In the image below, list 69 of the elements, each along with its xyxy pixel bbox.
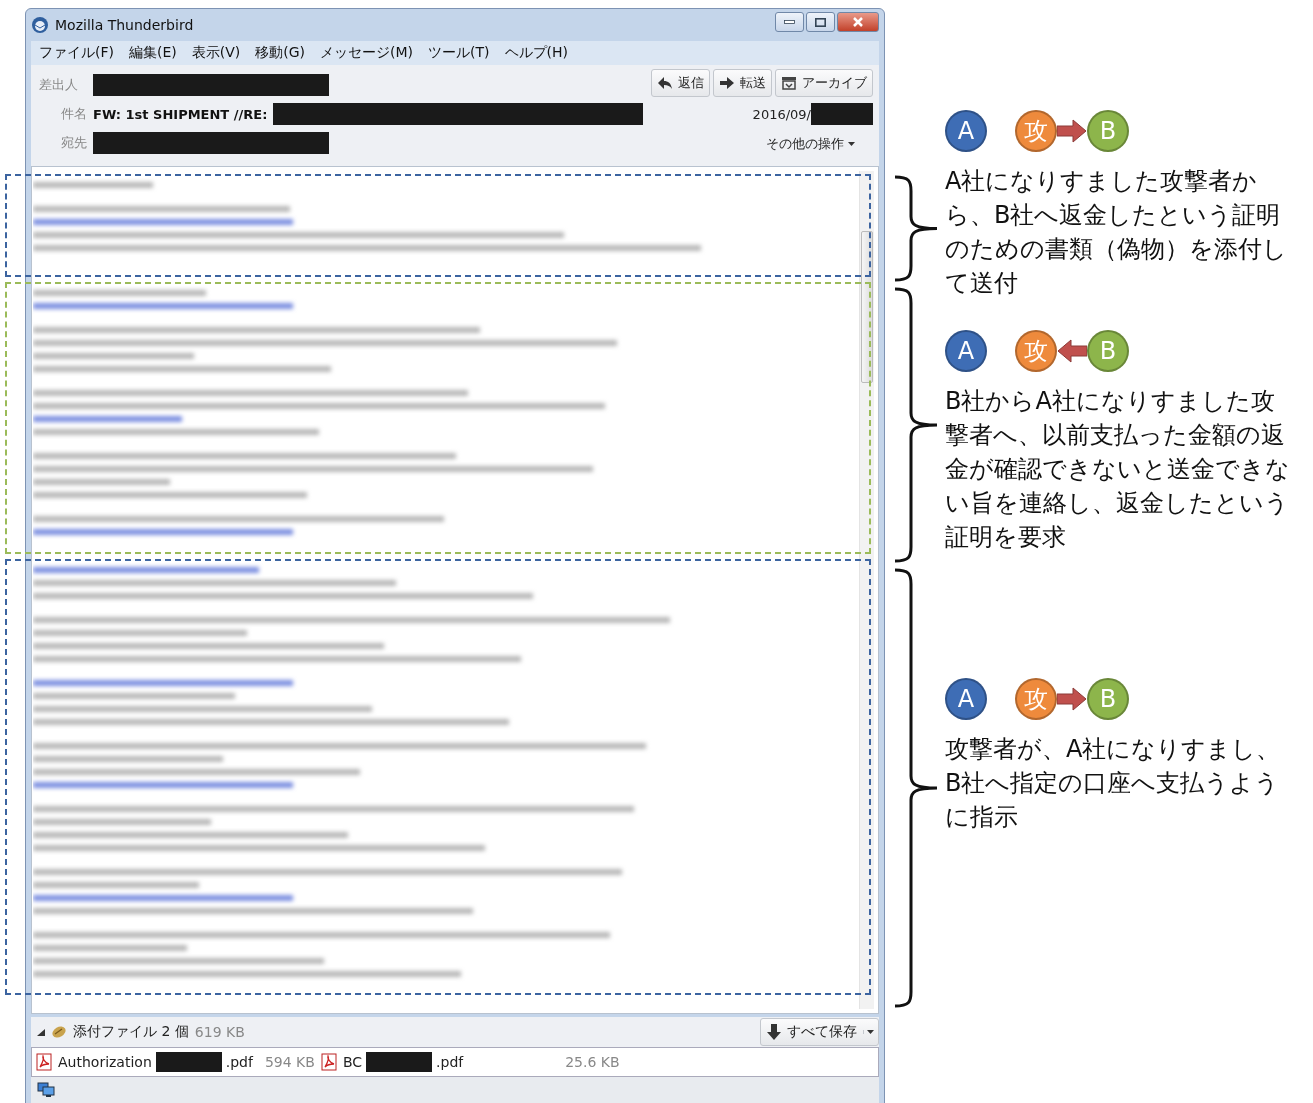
date-text: 2016/09/ bbox=[752, 106, 811, 122]
minimize-button[interactable] bbox=[775, 12, 804, 32]
redaction-bar bbox=[811, 103, 873, 125]
right-arrow-icon bbox=[1057, 119, 1087, 143]
party-circle: 攻 bbox=[1015, 110, 1057, 152]
collapse-triangle-icon[interactable] bbox=[37, 1028, 45, 1036]
pdf-file-icon bbox=[36, 1053, 54, 1071]
party-circle: 攻 bbox=[1015, 330, 1057, 372]
redaction-bar bbox=[155, 1052, 222, 1072]
archive-box-icon bbox=[781, 76, 797, 90]
right-arrow-icon bbox=[1057, 687, 1087, 711]
caret-icon bbox=[867, 1030, 874, 1034]
party-circle: B bbox=[1087, 330, 1129, 372]
archive-button[interactable]: アーカイブ bbox=[775, 69, 873, 97]
party-circle: B bbox=[1087, 678, 1129, 720]
maximize-icon bbox=[815, 17, 826, 27]
save-all-button[interactable]: すべて保存 bbox=[760, 1018, 879, 1046]
window-title: Mozilla Thunderbird bbox=[55, 17, 195, 33]
menu-item[interactable]: 表示(V) bbox=[191, 44, 241, 62]
party-circle: 攻 bbox=[1015, 678, 1057, 720]
attachment-size: 619 KB bbox=[194, 1024, 245, 1040]
party-circle: A bbox=[945, 110, 987, 152]
menu-item[interactable]: ファイル(F) bbox=[39, 44, 114, 62]
subject-text: FW: 1st SHIPMENT //RE: bbox=[93, 106, 268, 122]
menu-item[interactable]: メッセージ(M) bbox=[320, 44, 414, 62]
pdf-file-icon bbox=[320, 1053, 339, 1071]
file-extension: .pdf bbox=[225, 1054, 253, 1070]
brace-icon bbox=[893, 175, 939, 282]
field-label: 差出人 bbox=[39, 76, 79, 94]
attachment-item[interactable]: BC .pdf 25.6 KB bbox=[320, 1052, 620, 1072]
brace-icon bbox=[893, 568, 939, 1008]
file-name: BC bbox=[342, 1054, 363, 1070]
annotation-text: B社からA社になりすました攻撃者へ、以前支払った金額の返金が確認できないと送金できない旨を連絡し、返金したという証明を要求 bbox=[945, 386, 1290, 553]
menu-item[interactable]: ヘルプ(H) bbox=[504, 44, 568, 62]
party-circle: A bbox=[945, 678, 987, 720]
paperclip-icon bbox=[51, 1025, 67, 1039]
left-arrow-icon bbox=[1057, 339, 1087, 363]
annotation-text: A社になりすました攻撃者から、B社へ返金したという証明のための書類（偽物）を添付して送付 bbox=[945, 166, 1288, 299]
more-actions-button[interactable]: その他の操作 bbox=[766, 135, 855, 153]
maximize-button[interactable] bbox=[806, 12, 835, 32]
menu-item[interactable]: ツール(T) bbox=[428, 44, 490, 62]
close-button[interactable] bbox=[837, 12, 879, 32]
file-size: 594 KB bbox=[264, 1054, 315, 1070]
annotation-text: 攻撃者が、A社になりすまし、B社へ指定の口座へ支払うように指示 bbox=[945, 734, 1282, 833]
file-name: Authorization bbox=[58, 1054, 152, 1070]
reply-button[interactable]: 返信 bbox=[651, 69, 710, 97]
forward-button[interactable]: 転送 bbox=[713, 69, 772, 97]
field-label: 件名 bbox=[60, 105, 87, 123]
menu-item[interactable]: 移動(G) bbox=[255, 44, 306, 62]
field-label: 宛先 bbox=[60, 134, 87, 152]
caret-icon bbox=[848, 142, 855, 146]
file-extension: .pdf bbox=[436, 1054, 464, 1070]
close-icon bbox=[852, 17, 864, 27]
file-size: 25.6 KB bbox=[565, 1054, 620, 1070]
brace-icon bbox=[893, 287, 939, 563]
app-logo-icon bbox=[31, 16, 49, 34]
party-circle: B bbox=[1087, 110, 1129, 152]
minimize-icon bbox=[784, 20, 795, 24]
attachment-item[interactable]: Authorization .pdf 594 KB bbox=[36, 1052, 315, 1072]
party-circle: A bbox=[945, 330, 987, 372]
scrollbar-thumb[interactable] bbox=[861, 231, 873, 383]
down-arrow-icon bbox=[767, 1024, 781, 1040]
computer-icon bbox=[37, 1082, 55, 1098]
right-arrow-icon bbox=[719, 76, 735, 90]
reply-arrow-icon bbox=[657, 76, 673, 90]
scrollbar[interactable] bbox=[859, 171, 874, 1009]
attachment-count: 添付ファイル 2 個 bbox=[73, 1023, 189, 1041]
menu-item[interactable]: 編集(E) bbox=[129, 44, 177, 62]
redaction-bar bbox=[366, 1052, 433, 1072]
